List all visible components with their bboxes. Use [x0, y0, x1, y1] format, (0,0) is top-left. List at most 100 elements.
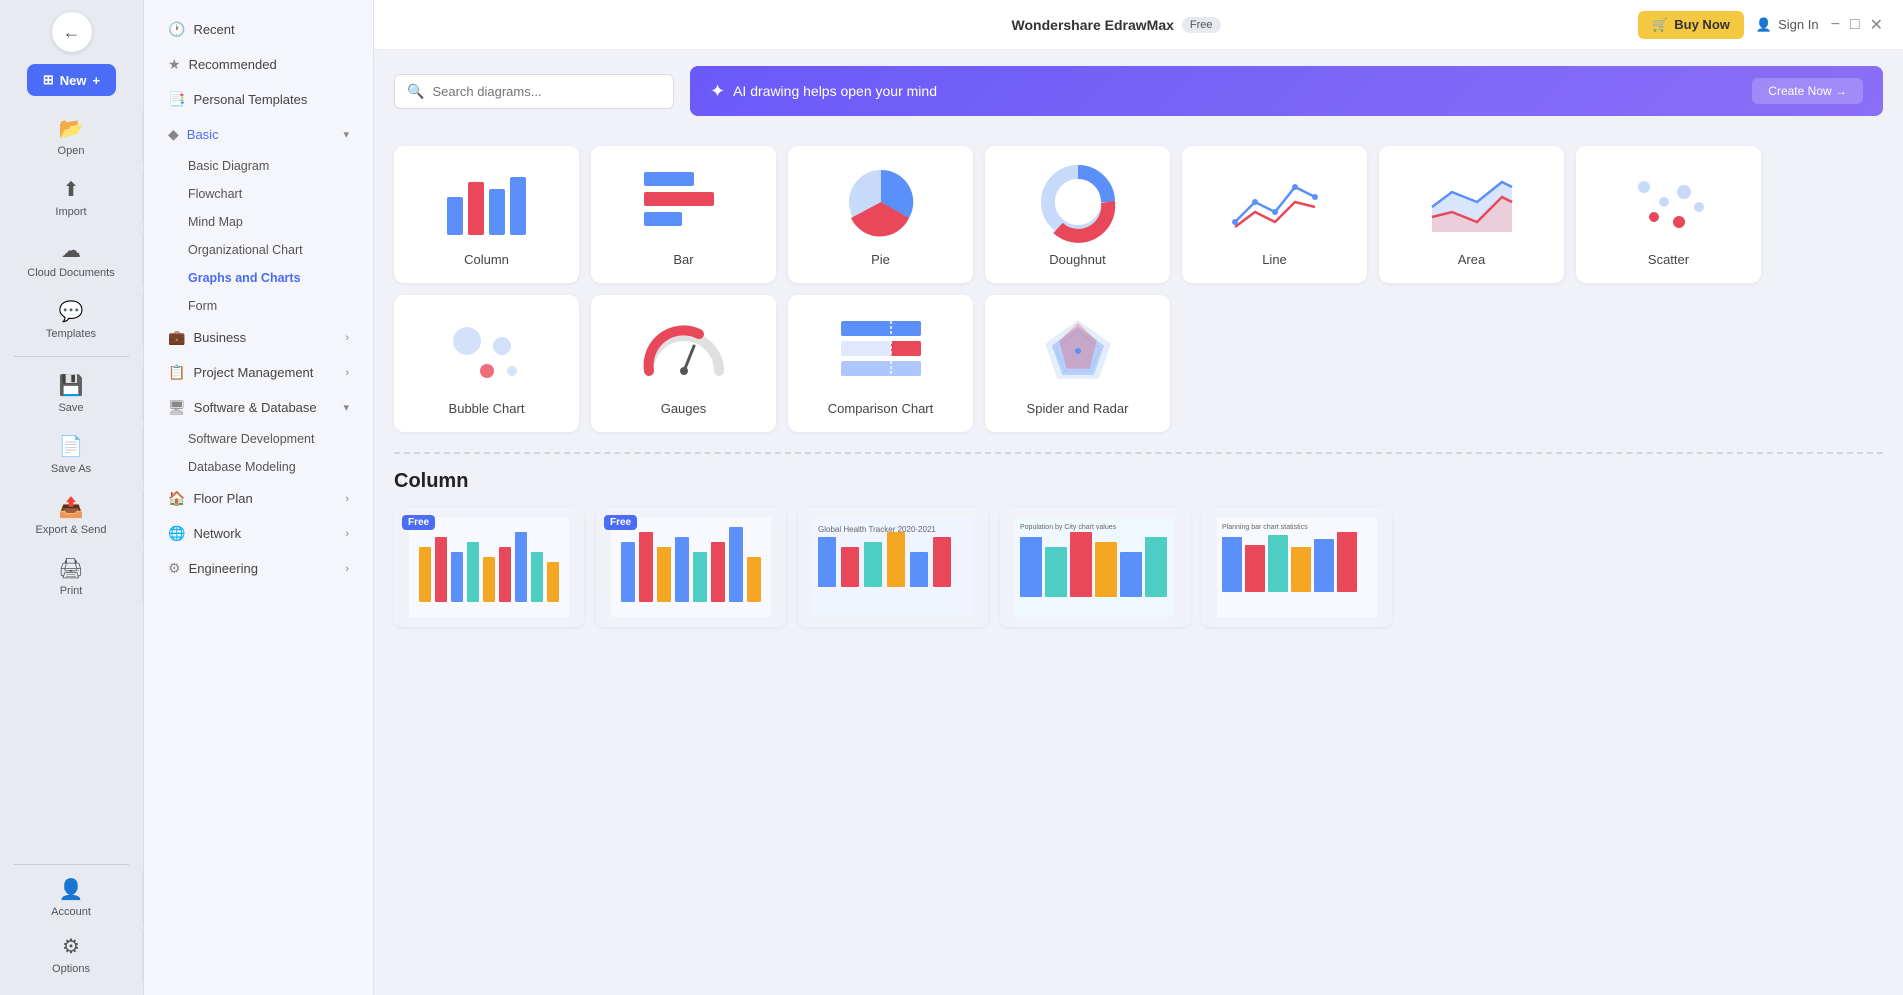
chart-card-gauges[interactable]: Gauges [591, 295, 776, 432]
sidebar-item-personal[interactable]: 📑 Personal Templates [152, 83, 365, 116]
sidebar-item-save-as[interactable]: 📄 Save As [0, 426, 143, 483]
sidebar-item-recent[interactable]: 🕐 Recent [152, 13, 365, 46]
chart-card-line[interactable]: Line [1182, 146, 1367, 283]
template-thumb-4: Population by City chart values [1000, 507, 1190, 627]
print-label: Print [60, 585, 83, 597]
template-thumb-3: Global Health Tracker 2020-2021 [798, 507, 988, 627]
create-now-label: Create Now → [1768, 84, 1847, 98]
sidebar-item-basic[interactable]: ◆ Basic ▾ [152, 118, 365, 151]
sidebar-item-flowchart[interactable]: Flowchart [152, 181, 365, 207]
business-arrow: › [345, 332, 349, 344]
buy-now-button[interactable]: 🛒 Buy Now [1638, 11, 1744, 39]
buy-now-label: Buy Now [1674, 17, 1730, 32]
sidebar-item-engineering[interactable]: ⚙ Engineering › [152, 552, 365, 585]
search-bar[interactable]: 🔍 [394, 74, 674, 109]
chart-card-column[interactable]: Column [394, 146, 579, 283]
topbar-right: 🛒 Buy Now 👤 Sign In − □ ✕ [1638, 11, 1883, 39]
save-as-icon: 📄 [59, 434, 84, 459]
minimize-button[interactable]: − [1831, 16, 1840, 34]
chart-card-doughnut[interactable]: Doughnut [985, 146, 1170, 283]
user-icon: 👤 [1756, 17, 1772, 33]
template-card-2[interactable]: Free [596, 507, 786, 627]
account-icon: 👤 [59, 877, 84, 902]
chart-card-bar[interactable]: Bar [591, 146, 776, 283]
sidebar-item-import[interactable]: ⬆ Import [0, 169, 143, 226]
recommended-label: Recommended [189, 57, 277, 72]
section-divider [394, 452, 1883, 454]
maximize-button[interactable]: □ [1850, 16, 1860, 34]
bubble-chart-icon [437, 311, 537, 391]
graphs-charts-label: Graphs and Charts [188, 271, 301, 285]
sidebar-item-recommended[interactable]: ★ Recommended [152, 48, 365, 81]
sign-in-button[interactable]: 👤 Sign In [1756, 17, 1819, 33]
template-card-5[interactable]: Planning bar chart statistics [1202, 507, 1392, 627]
sidebar-item-floor-plan[interactable]: 🏠 Floor Plan › [152, 482, 365, 515]
sidebar-item-basic-diagram[interactable]: Basic Diagram [152, 153, 365, 179]
area-chart-label: Area [1458, 252, 1485, 267]
template-card-3[interactable]: Global Health Tracker 2020-2021 [798, 507, 988, 627]
chart-card-area[interactable]: Area [1379, 146, 1564, 283]
template-card-1[interactable]: Free [394, 507, 584, 627]
sidebar-item-software-db[interactable]: 🖥 Software & Database ▾ [152, 391, 365, 424]
org-chart-label: Organizational Chart [188, 243, 303, 257]
ai-banner-text: ✦ AI drawing helps open your mind [710, 81, 937, 102]
template-thumb-5: Planning bar chart statistics [1202, 507, 1392, 627]
sidebar-item-save[interactable]: 💾 Save [0, 365, 143, 422]
sidebar-item-account[interactable]: 👤 Account [0, 869, 143, 926]
sidebar-item-print[interactable]: 🖨 Print [0, 548, 143, 605]
chart-card-comparison[interactable]: Comparison Chart [788, 295, 973, 432]
options-label: Options [52, 963, 90, 975]
software-db-label: Software & Database [194, 400, 317, 415]
create-now-button[interactable]: Create Now → [1752, 78, 1863, 104]
template-card-4[interactable]: Population by City chart values [1000, 507, 1190, 627]
gauges-chart-label: Gauges [661, 401, 707, 416]
sidebar-item-network[interactable]: 🌐 Network › [152, 517, 365, 550]
doughnut-chart-label: Doughnut [1049, 252, 1105, 267]
doughnut-chart-icon [1028, 162, 1128, 242]
sign-in-label: Sign In [1778, 17, 1818, 32]
sidebar-item-form[interactable]: Form [152, 293, 365, 319]
sidebar-item-open[interactable]: 📂 Open [0, 108, 143, 165]
import-icon: ⬆ [63, 177, 80, 202]
print-icon: 🖨 [58, 556, 83, 581]
floor-plan-label: Floor Plan [193, 491, 252, 506]
ai-icon: ✦ [710, 81, 725, 102]
chart-type-grid: Column Bar [394, 146, 1883, 432]
sidebar-item-org-chart[interactable]: Organizational Chart [152, 237, 365, 263]
sidebar-item-business[interactable]: 💼 Business › [152, 321, 365, 354]
recent-label: Recent [193, 22, 234, 37]
software-db-icon: 🖥 [168, 399, 186, 416]
close-button[interactable]: ✕ [1870, 15, 1883, 35]
sidebar-item-project[interactable]: 📋 Project Management › [152, 356, 365, 389]
chart-card-bubble[interactable]: Bubble Chart [394, 295, 579, 432]
sidebar-item-cloud[interactable]: ☁ Cloud Documents [0, 230, 143, 287]
sidebar-item-options[interactable]: ⚙ Options [0, 926, 143, 983]
svg-text:Population by City chart value: Population by City chart values [1020, 524, 1117, 531]
back-button[interactable]: ← [52, 12, 92, 52]
open-icon: 📂 [59, 116, 84, 141]
bar-chart-label: Bar [673, 252, 693, 267]
template-badge-1: Free [402, 515, 435, 530]
sidebar-narrow: ← ⊞ New + 📂 Open ⬆ Import ☁ Cloud Docume… [0, 0, 144, 995]
project-icon: 📋 [168, 364, 185, 381]
pie-chart-label: Pie [871, 252, 890, 267]
chart-card-pie[interactable]: Pie [788, 146, 973, 283]
export-icon: 📤 [59, 495, 84, 520]
chart-card-scatter[interactable]: Scatter [1576, 146, 1761, 283]
floor-plan-arrow: › [345, 493, 349, 505]
chart-card-spider[interactable]: Spider and Radar [985, 295, 1170, 432]
spider-chart-label: Spider and Radar [1027, 401, 1129, 416]
buy-now-icon: 🛒 [1652, 17, 1668, 33]
recent-icon: 🕐 [168, 21, 185, 38]
search-input[interactable] [432, 84, 661, 99]
sidebar-item-graphs-charts[interactable]: Graphs and Charts [152, 265, 365, 291]
new-button[interactable]: ⊞ New + [27, 64, 116, 96]
sidebar-item-templates[interactable]: 💬 Templates [0, 291, 143, 348]
sidebar-item-mind-map[interactable]: Mind Map [152, 209, 365, 235]
search-icon: 🔍 [407, 83, 424, 100]
free-badge: Free [1182, 17, 1221, 33]
line-chart-label: Line [1262, 252, 1287, 267]
sidebar-item-export[interactable]: 📤 Export & Send [0, 487, 143, 544]
sidebar-item-db-modeling[interactable]: Database Modeling [152, 454, 365, 480]
sidebar-item-software-dev[interactable]: Software Development [152, 426, 365, 452]
